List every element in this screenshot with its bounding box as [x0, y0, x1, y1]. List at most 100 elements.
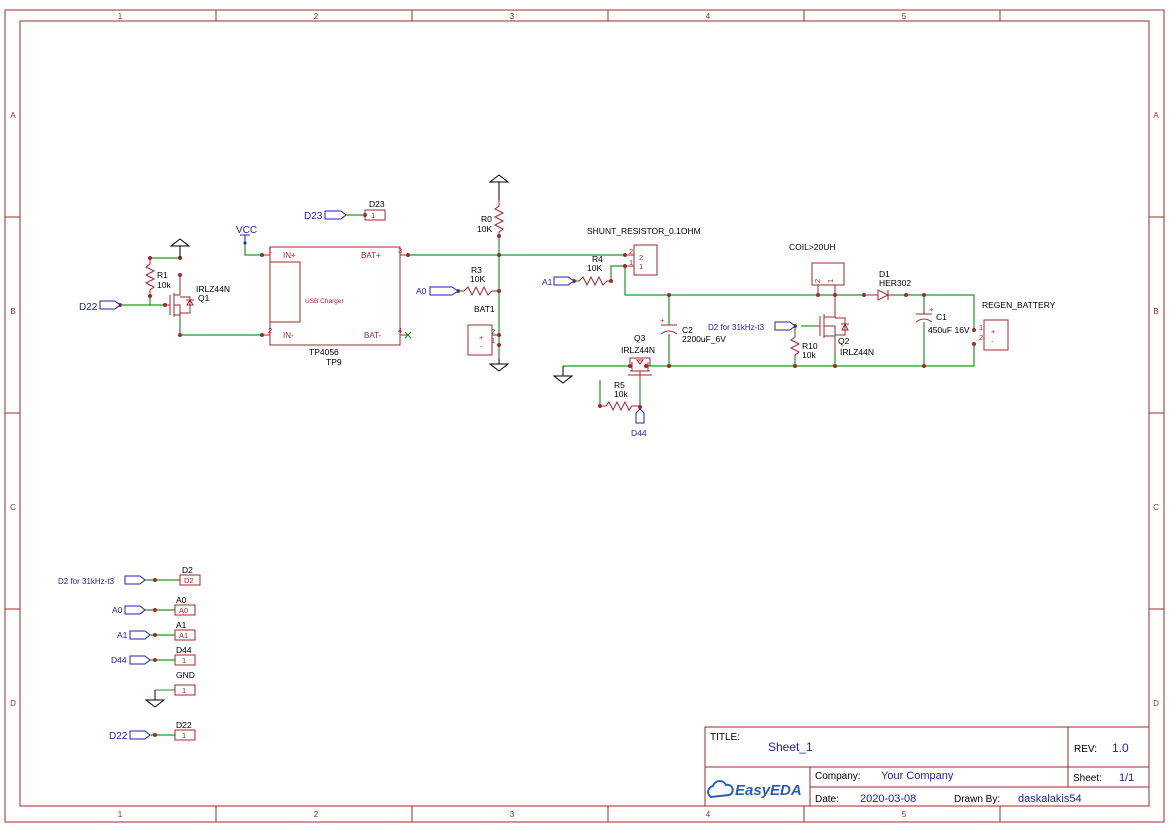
col-marker-top: 2 — [314, 12, 319, 21]
d23-net-text: D23 — [304, 211, 323, 222]
net-label-a0[interactable]: A0 — [416, 286, 459, 296]
header-d44[interactable]: D44 1 D44 — [111, 645, 196, 666]
c1-plus: + — [929, 305, 934, 314]
mosfet-q2[interactable]: Q2 IRLZ44N — [815, 295, 874, 357]
header-d22-ref: D22 — [176, 720, 192, 730]
resistor-r10[interactable]: R10 10k — [789, 334, 818, 360]
net-label-d22[interactable]: D22 — [79, 300, 121, 313]
col-marker-bottom: 4 — [706, 810, 711, 819]
coil-pin: 2 — [813, 279, 822, 283]
header-a0[interactable]: A0 A0 A0 — [112, 595, 196, 616]
d22-net-text: D22 — [79, 302, 98, 313]
d1-value: HER302 — [879, 278, 911, 288]
q2-ref: Q2 — [838, 336, 850, 346]
column-markers: 1 2 3 4 5 1 2 3 4 5 — [118, 12, 907, 819]
ground-icon — [552, 366, 574, 384]
col-marker-top: 3 — [510, 12, 515, 21]
connector-d23-ref: D23 — [369, 199, 385, 209]
resistor-r3[interactable]: R3 10K — [463, 265, 499, 297]
row-markers: A B C D A B C D — [10, 111, 1159, 708]
vcc-symbol: VCC — [236, 225, 257, 245]
header-d2-net: D2 for 31kHz-t3 — [58, 577, 115, 586]
header-a0-ref: A0 — [176, 595, 187, 605]
r0-value: 10K — [477, 224, 492, 234]
r1-value: 10k — [157, 280, 171, 290]
col-marker-top: 4 — [706, 12, 711, 21]
col-marker-bottom: 3 — [510, 810, 515, 819]
drawn-by-value: daskalakis54 — [1018, 793, 1082, 805]
tp4056-pin-in-plus: IN+ — [283, 251, 296, 260]
r10-value: 10k — [802, 350, 816, 360]
regen-pin: 1 — [979, 323, 983, 332]
r5-value: 10k — [614, 389, 628, 399]
header-d44-pin: 1 — [182, 656, 186, 665]
power-arrow-icon — [488, 174, 510, 200]
wires — [120, 236, 975, 407]
bat1-plus: + — [479, 333, 484, 342]
header-a0-pin: A0 — [179, 606, 188, 615]
resistor-r0[interactable]: R0 10K — [477, 200, 505, 236]
a0-net-text: A0 — [416, 286, 427, 296]
r3-value: 10K — [470, 274, 485, 284]
header-d22-net: D22 — [109, 731, 128, 742]
cloud-icon — [707, 780, 734, 799]
net-label-d44[interactable]: D44 — [631, 408, 647, 438]
net-label-d23[interactable]: D23 — [304, 210, 365, 222]
date-value: 2020-03-08 — [860, 793, 916, 805]
a1-net-text: A1 — [542, 277, 553, 287]
resistor-r4[interactable]: R4 10K — [578, 254, 609, 287]
col-marker-bottom: 5 — [902, 810, 907, 819]
connector-d23[interactable]: 1 D23 — [364, 199, 386, 221]
q3-value: IRLZ44N — [621, 345, 655, 355]
mosfet-q1[interactable]: IRLZ44N Q1 — [165, 275, 230, 320]
shunt-pin: 2 — [629, 247, 633, 256]
c1-ref: C1 — [936, 312, 947, 322]
c2-value: 2200uF_6V — [682, 334, 726, 344]
shunt-pin-inner: 1 — [639, 262, 643, 271]
header-gnd-pin: 1 — [182, 686, 186, 695]
header-gnd-ref: GND — [176, 670, 195, 680]
shunt-resistor[interactable]: 2 1 2 1 SHUNT_RESISTOR_0.1OHM — [587, 226, 701, 276]
header-d2[interactable]: D2 for 31kHz-t3 D2 D2 — [58, 565, 201, 586]
net-label-d2-31khz[interactable]: D2 for 31kHz-t3 — [708, 321, 796, 332]
connector-d23-pin: 1 — [371, 211, 375, 220]
coil-pin: 1 — [826, 279, 835, 283]
bat1-ref: BAT1 — [474, 304, 495, 314]
header-gnd[interactable]: 1 GND — [174, 670, 196, 696]
schematic-sheet: 1 2 3 4 5 1 2 3 4 5 A B C D A B C D TITL… — [4, 9, 1165, 823]
header-a1-net: A1 — [117, 630, 128, 640]
resistor-r5[interactable]: R5 10k — [600, 380, 640, 412]
tp4056-module[interactable]: 1 2 3 4 IN+ IN- BAT+ BAT- USB Charger TP… — [262, 246, 412, 367]
coil-ref: COIL>20UH — [789, 242, 836, 252]
regen-plus: + — [991, 327, 996, 336]
tp4056-pin-bat-minus: BAT- — [364, 331, 382, 340]
easyeda-logo-text: EasyEDA — [735, 782, 802, 799]
date-label: Date: — [815, 794, 839, 805]
row-marker-right: C — [1153, 503, 1159, 512]
junctions — [118, 213, 976, 409]
header-d44-net: D44 — [111, 655, 127, 665]
tp4056-pin-number: 4 — [398, 326, 402, 335]
row-marker-left: A — [10, 111, 16, 120]
q1-ref: Q1 — [198, 293, 210, 303]
title-block: TITLE: Sheet_1 REV: 1.0 Company: Your Co… — [704, 726, 1150, 807]
row-marker-right: D — [1153, 699, 1159, 708]
row-marker-left: B — [10, 307, 15, 316]
row-marker-right: A — [1153, 111, 1159, 120]
tp4056-ref: TP9 — [326, 357, 342, 367]
col-marker-bottom: 2 — [314, 810, 319, 819]
resistor-r1[interactable]: R1 10k — [144, 258, 171, 296]
net-label-a1[interactable]: A1 — [542, 276, 575, 287]
row-marker-left: C — [10, 503, 16, 512]
header-a1-pin: A1 — [179, 631, 188, 640]
sheet-label: Sheet: — [1073, 773, 1102, 784]
header-a1[interactable]: A1 A1 A1 — [117, 620, 196, 641]
header-d22[interactable]: D22 1 D22 — [109, 720, 196, 742]
ground-icon — [144, 689, 175, 708]
row-marker-right: B — [1153, 307, 1158, 316]
coil-inductor[interactable]: 2 1 COIL>20UH — [789, 242, 845, 295]
regen-battery[interactable]: + - 1 2 REGEN_BATTERY — [979, 300, 1056, 351]
c1-value: 450uF 16V — [928, 325, 970, 335]
battery-bat1[interactable]: + - 2 1 BAT1 — [467, 304, 495, 356]
mosfet-q3[interactable]: Q3 IRLZ44N — [621, 333, 655, 380]
